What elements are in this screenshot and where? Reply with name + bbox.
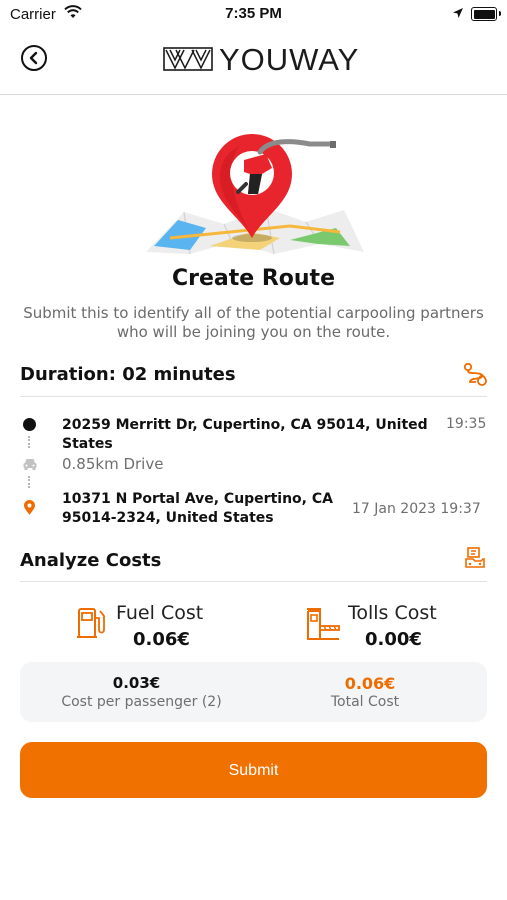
cost-per-passenger-label: Cost per passenger (2) bbox=[61, 694, 222, 710]
destination-address-line2: 95014-2324, United States bbox=[62, 510, 274, 526]
drive-distance: 0.85km Drive bbox=[62, 455, 164, 473]
tolls-cost-value: 0.00€ bbox=[365, 629, 422, 650]
divider bbox=[20, 581, 487, 582]
page-title: Create Route bbox=[171, 266, 335, 291]
destination-address-line1: 10371 N Portal Ave, Cupertino, CA bbox=[62, 491, 333, 507]
duration-label: Duration: 02 minutes bbox=[20, 364, 236, 385]
fuel-pump-icon bbox=[76, 606, 106, 644]
destination-address: 10371 N Portal Ave, Cupertino, CA 95014-… bbox=[62, 490, 342, 528]
car-icon bbox=[22, 456, 38, 475]
navigation-bar: YOUWAY bbox=[0, 30, 507, 95]
page-description: Submit this to identify all of the poten… bbox=[23, 304, 484, 341]
total-cost-label: Total Cost bbox=[330, 694, 400, 710]
analyze-costs-title: Analyze Costs bbox=[20, 550, 162, 571]
battery-icon bbox=[471, 7, 501, 21]
status-bar: Carrier 7:35 PM bbox=[0, 0, 507, 30]
route-connector bbox=[28, 436, 32, 448]
money-icon[interactable] bbox=[464, 547, 486, 573]
fuel-cost-label: Fuel Cost bbox=[116, 602, 204, 624]
total-cost-value: 0.06€ bbox=[344, 674, 396, 693]
submit-button[interactable]: Submit bbox=[20, 742, 487, 798]
fuel-pin-map-icon bbox=[146, 134, 364, 255]
destination-datetime: 17 Jan 2023 19:37 bbox=[352, 501, 481, 517]
divider bbox=[20, 396, 487, 397]
toll-booth-icon bbox=[306, 606, 340, 644]
back-button[interactable] bbox=[21, 45, 47, 71]
brand-wordmark: YOUWAY bbox=[219, 42, 360, 77]
location-arrow-icon bbox=[452, 7, 464, 23]
map-pin-icon bbox=[23, 500, 36, 520]
clock: 7:35 PM bbox=[225, 5, 282, 22]
route-connector bbox=[28, 476, 32, 488]
origin-time: 19:35 bbox=[446, 416, 487, 432]
origin-address: 20259 Merritt Dr, Cupertino, CA 95014, U… bbox=[62, 417, 428, 452]
cost-summary-panel: 0.03€ Cost per passenger (2) 0.06€ Total… bbox=[20, 662, 487, 722]
tolls-cost-label: Tolls Cost bbox=[348, 602, 437, 624]
fuel-cost-value: 0.06€ bbox=[133, 629, 190, 650]
origin-dot-icon bbox=[23, 418, 36, 431]
cost-per-passenger-value: 0.03€ bbox=[112, 674, 161, 692]
fuel-map-illustration bbox=[140, 128, 370, 258]
back-icon bbox=[29, 51, 38, 65]
route-icon[interactable] bbox=[462, 362, 488, 390]
logo-mark-icon bbox=[163, 47, 213, 71]
